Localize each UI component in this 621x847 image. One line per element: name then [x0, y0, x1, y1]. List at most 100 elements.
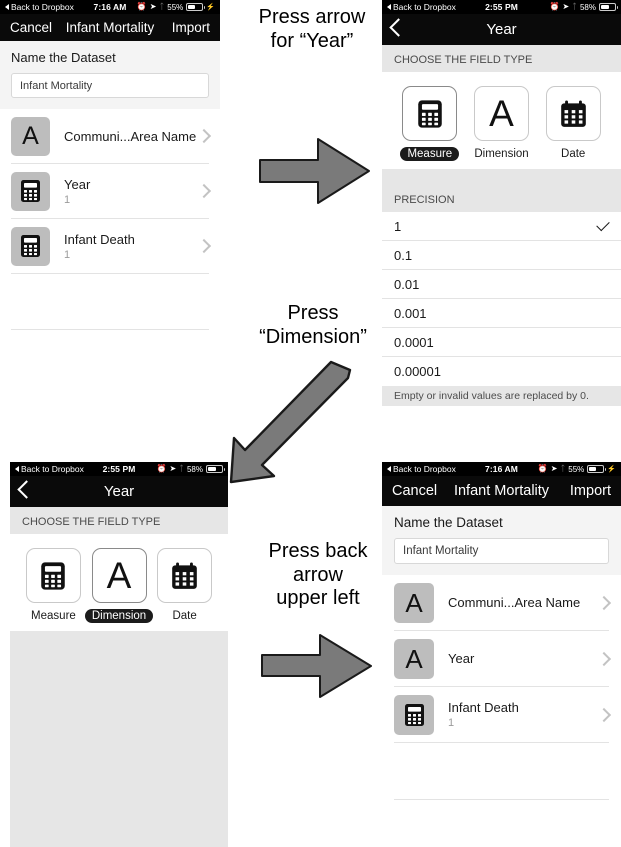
nav-bar: Cancel Infant Mortality Import: [0, 14, 220, 41]
letter-a-icon: A: [489, 93, 514, 134]
name-dataset-section: Name the Dataset: [0, 41, 220, 109]
nav-title: Year: [103, 483, 135, 500]
calculator-icon: [11, 226, 50, 266]
field-type-option-measure[interactable]: Measure: [394, 86, 466, 161]
nav-bar: Cancel Infant Mortality Import: [382, 476, 621, 506]
arrow-down-left-icon-step-2: [228, 358, 358, 490]
precision-option-0.001[interactable]: 0.001: [382, 299, 621, 328]
section-header-label: CHOOSE THE FIELD TYPE: [394, 54, 533, 66]
field-row-community-area-name[interactable]: A Communi...Area Name: [11, 109, 212, 164]
cancel-button[interactable]: Cancel: [10, 20, 52, 35]
status-back-label: Back to Dropbox: [393, 464, 456, 474]
status-back-to-dropbox[interactable]: Back to Dropbox: [5, 2, 74, 12]
import-button[interactable]: Import: [570, 483, 611, 499]
name-dataset-title: Name the Dataset: [394, 515, 503, 530]
annotation-step-1-line-2: for “Year”: [270, 29, 354, 52]
field-row-infant-death[interactable]: Infant Death 1: [11, 219, 212, 274]
field-type-option-measure[interactable]: Measure: [22, 548, 85, 623]
section-header-label: CHOOSE THE FIELD TYPE: [22, 516, 161, 528]
import-button[interactable]: Import: [172, 20, 210, 35]
back-button[interactable]: [17, 480, 36, 500]
field-type-option-dimension[interactable]: A Dimension: [84, 548, 154, 623]
dimension-tile[interactable]: A: [91, 548, 147, 603]
status-bar: Back to Dropbox 2:55 PM ⏰ ➤ ᛏ 58%: [382, 0, 621, 14]
field-row-year[interactable]: A Year: [394, 631, 612, 687]
panel-bottom-right-import-screen: Back to Dropbox 7:16 AM ⏰ ➤ ᛏ 55% ⚡ Canc…: [382, 462, 621, 847]
dataset-name-input[interactable]: [11, 73, 209, 98]
dataset-name-input[interactable]: [394, 538, 609, 564]
annotation-step-2-line-1: Press: [287, 302, 339, 324]
measure-label: Measure: [31, 610, 76, 622]
footnote-label: Empty or invalid values are replaced by …: [394, 390, 589, 402]
status-bar: Back to Dropbox 7:16 AM ⏰ ➤ ᛏ 55% ⚡: [382, 462, 621, 476]
precision-option-0.01[interactable]: 0.01: [382, 270, 621, 299]
dimension-tile[interactable]: A: [474, 86, 529, 141]
field-name: Communi...Area Name: [448, 595, 581, 610]
field-row-year[interactable]: Year 1: [11, 164, 212, 219]
calendar-icon: [172, 562, 197, 589]
dimension-label: Dimension: [474, 148, 529, 160]
status-battery-percent: 55%: [568, 464, 585, 474]
measure-label: Measure: [400, 147, 460, 161]
back-button[interactable]: [389, 18, 408, 38]
chevron-right-icon: [596, 595, 612, 610]
annotation-step-3-line-3: upper left: [276, 587, 360, 610]
precision-value: 0.01: [394, 276, 420, 292]
precision-option-0.1[interactable]: 0.1: [382, 241, 621, 270]
field-name: Infant Death: [64, 231, 135, 247]
field-type-option-date[interactable]: Date: [153, 548, 216, 623]
status-bar: Back to Dropbox 7:16 AM ⏰ ➤ ᛏ 55% ⚡: [0, 0, 220, 14]
precision-value: 0.001: [394, 305, 427, 321]
chevron-right-icon: [196, 238, 212, 254]
section-header-label: PRECISION: [394, 194, 455, 206]
annotation-step-3-line-2: arrow: [292, 563, 343, 586]
alarm-icon: ⏰: [156, 464, 167, 473]
field-type-option-date[interactable]: Date: [537, 86, 609, 161]
annotation-step-2: Press “Dimension”: [238, 302, 388, 349]
precision-value: 1: [394, 218, 402, 234]
status-back-to-dropbox[interactable]: Back to Dropbox: [15, 464, 84, 474]
battery-icon: [587, 465, 607, 473]
date-tile[interactable]: [545, 86, 601, 141]
precision-option-0.0001[interactable]: 0.0001: [382, 328, 621, 357]
field-list-empty-row: [394, 743, 609, 800]
annotation-step-3-line-1: Press back: [268, 540, 368, 562]
status-battery-percent: 58%: [579, 2, 596, 12]
precision-option-0.00001[interactable]: 0.00001: [382, 357, 621, 386]
spacer-gray: [382, 169, 621, 187]
measure-tile[interactable]: [402, 86, 458, 141]
panel-top-right-field-type-measure: Back to Dropbox 2:55 PM ⏰ ➤ ᛏ 58% Year C…: [382, 0, 621, 418]
measure-tile[interactable]: [25, 548, 81, 603]
bluetooth-icon: ᛏ: [572, 2, 577, 11]
field-precision: 1: [448, 717, 455, 729]
bluetooth-icon: ᛏ: [560, 464, 566, 473]
panel-top-left-import-screen: Back to Dropbox 7:16 AM ⏰ ➤ ᛏ 55% ⚡ Canc…: [0, 0, 220, 385]
field-type-option-dimension[interactable]: A Dimension: [466, 86, 538, 161]
status-back-label: Back to Dropbox: [21, 464, 84, 474]
letter-a-icon: A: [394, 582, 434, 623]
battery-icon: [186, 3, 206, 11]
letter-a-icon: A: [106, 555, 132, 596]
precision-footnote: Empty or invalid values are replaced by …: [382, 386, 621, 406]
status-battery-percent: 58%: [186, 464, 203, 474]
choose-field-type-header: CHOOSE THE FIELD TYPE: [382, 45, 621, 72]
field-precision: 1: [64, 193, 71, 206]
cancel-button[interactable]: Cancel: [392, 483, 437, 499]
precision-value: 0.1: [394, 247, 413, 263]
status-back-label: Back to Dropbox: [11, 2, 74, 12]
field-row-infant-death[interactable]: Infant Death 1: [394, 687, 612, 743]
status-back-to-dropbox[interactable]: Back to Dropbox: [387, 2, 456, 12]
field-precision: 1: [64, 248, 71, 261]
field-row-community-area-name[interactable]: A Communi...Area Name: [394, 575, 612, 631]
location-arrow-icon: ➤: [562, 2, 570, 11]
empty-content-area: [10, 631, 228, 847]
status-back-to-dropbox[interactable]: Back to Dropbox: [387, 464, 456, 474]
chevron-right-icon: [596, 651, 612, 666]
nav-bar: Year: [10, 476, 228, 507]
arrow-right-icon-step-1: [256, 132, 374, 210]
date-tile[interactable]: [157, 548, 213, 603]
back-triangle-icon: [5, 4, 9, 10]
location-arrow-icon: ➤: [149, 2, 157, 11]
precision-option-1[interactable]: 1: [382, 212, 621, 241]
back-triangle-icon: [387, 466, 391, 472]
